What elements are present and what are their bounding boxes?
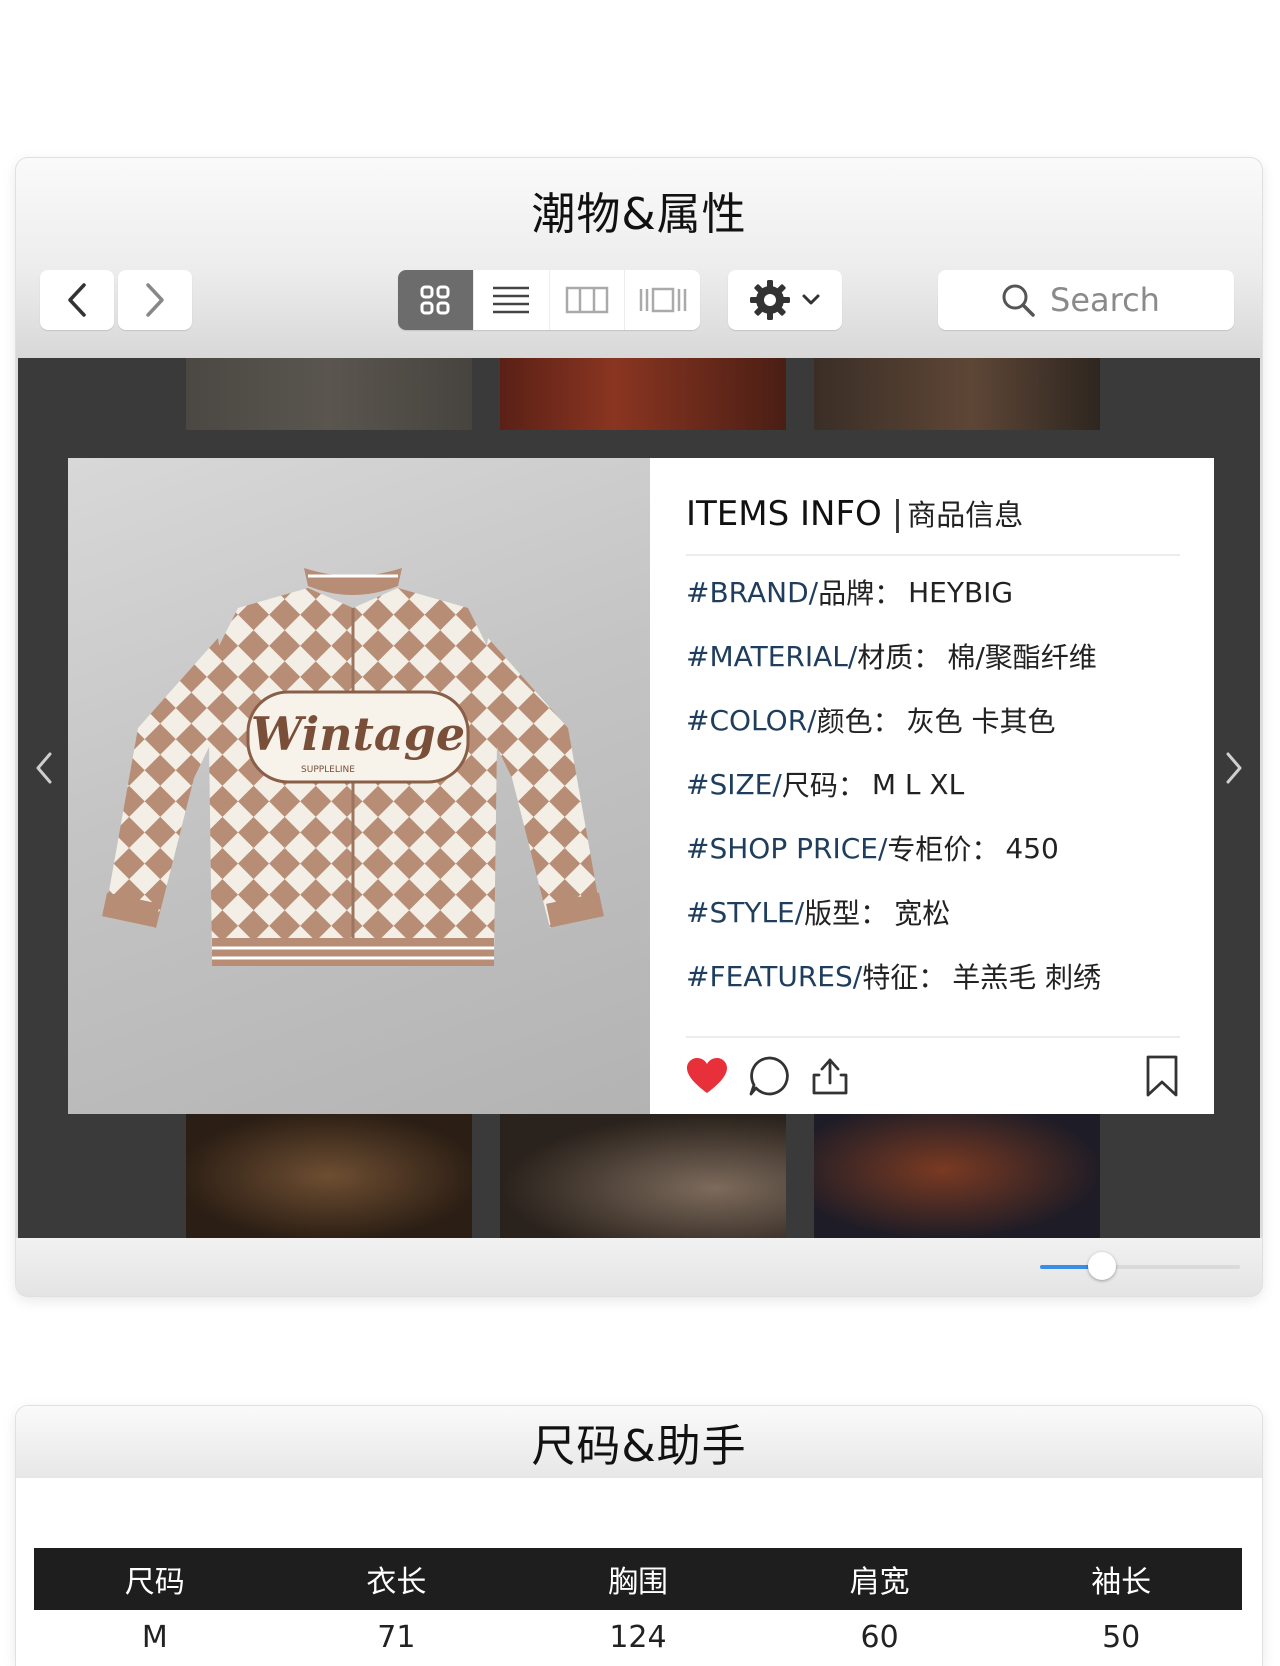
size-table: 尺码 衣长 胸围 肩宽 袖长 M 71 124 60 50: [34, 1548, 1242, 1666]
finder-window: 潮物&属性 Search Wintage SUPPLELINE ITEMS IN…: [16, 158, 1262, 1296]
row-value: M L XL: [871, 767, 965, 801]
zoom-slider[interactable]: [1040, 1252, 1240, 1280]
share-icon[interactable]: [810, 1055, 850, 1097]
row-label: 特征：: [862, 961, 947, 994]
bookmark-icon[interactable]: [1144, 1054, 1180, 1098]
chevron-down-icon: [802, 294, 820, 305]
table-cell: 60: [860, 1620, 899, 1655]
browser-content: Wintage SUPPLELINE ITEMS INFO | 商品信息 #BRAN…: [18, 358, 1260, 1238]
row-tag: #FEATURES/: [686, 959, 863, 993]
info-row-brand: #BRAND/品牌： HEYBIG: [686, 560, 1180, 624]
column-header: 袖长: [1000, 1548, 1242, 1610]
row-label: 材质：: [857, 641, 942, 674]
info-heading-cn: 商品信息: [907, 498, 1024, 532]
columns-icon: [565, 286, 609, 314]
row-label: 专柜价：: [887, 833, 1000, 866]
grid-icon: [420, 285, 450, 315]
chevron-right-icon: [146, 283, 164, 317]
info-row-price: #SHOP PRICE/专柜价： 450: [686, 816, 1180, 880]
list-view-button[interactable]: [472, 270, 549, 330]
table-cell: 124: [609, 1620, 667, 1655]
search-icon: [1002, 284, 1035, 317]
column-view-button[interactable]: [548, 270, 625, 330]
size-panel-title: 尺码&助手: [16, 1406, 1262, 1478]
product-info: ITEMS INFO | 商品信息 #BRAND/品牌： HEYBIG #MATERI…: [650, 458, 1214, 1114]
gear-icon: [750, 280, 790, 320]
row-value: HEYBIG: [908, 575, 1014, 609]
row-label: 版型：: [804, 897, 889, 930]
size-table-header: 尺码 衣长 胸围 肩宽 袖长: [34, 1548, 1242, 1610]
list-icon: [493, 286, 530, 314]
gallery-icon: [639, 287, 686, 313]
size-panel: 尺码&助手 尺码 衣长 胸围 肩宽 袖长 M 71 124 60 50: [16, 1406, 1262, 1666]
row-label: 颜色：: [816, 705, 901, 738]
info-heading-separator: |: [891, 494, 904, 534]
info-row-features: #FEATURES/特征： 羊羔毛 刺绣: [686, 944, 1180, 1008]
status-bar: [16, 1238, 1262, 1296]
column-header: 尺码: [34, 1548, 276, 1610]
thumbnail-image[interactable]: [814, 358, 1100, 430]
column-header: 肩宽: [758, 1548, 1001, 1610]
previous-item-button[interactable]: [24, 748, 64, 788]
row-value: 羊羔毛 刺绣: [952, 961, 1102, 994]
row-label: 品牌：: [818, 577, 903, 610]
product-card: Wintage SUPPLELINE ITEMS INFO | 商品信息 #BRAN…: [68, 458, 1214, 1114]
window-title: 潮物&属性: [531, 189, 747, 240]
info-row-size: #SIZE/尺码： M L XL: [686, 752, 1180, 816]
row-tag: #COLOR/: [686, 703, 817, 737]
title-toolbar: 潮物&属性: [16, 158, 1262, 358]
row-value: 宽松: [894, 897, 951, 930]
row-value: 棉/聚酯纤维: [947, 641, 1097, 674]
info-heading-en: ITEMS INFO: [686, 494, 882, 534]
row-tag: #STYLE/: [686, 895, 805, 929]
info-row-material: #MATERIAL/材质： 棉/聚酯纤维: [686, 624, 1180, 688]
comment-icon[interactable]: [748, 1055, 790, 1097]
search-field[interactable]: [938, 270, 1234, 330]
row-tag: #SIZE/: [686, 767, 782, 801]
column-header: 胸围: [517, 1548, 759, 1610]
row-tag: #SHOP PRICE/: [686, 831, 888, 865]
table-cell: 50: [1102, 1620, 1141, 1655]
next-item-button[interactable]: [1214, 748, 1254, 788]
chevron-left-icon: [36, 752, 52, 784]
forward-button[interactable]: [118, 270, 192, 330]
view-mode-group: [398, 270, 700, 330]
table-cell: M: [141, 1620, 168, 1655]
thumbnail-image[interactable]: [500, 358, 786, 430]
column-header: 衣长: [275, 1548, 518, 1610]
zoom-slider-thumb[interactable]: [1088, 1252, 1116, 1280]
card-actions: [686, 1036, 1180, 1114]
info-row-color: #COLOR/颜色： 灰色 卡其色: [686, 688, 1180, 752]
jacket-logo: Wintage: [251, 707, 465, 761]
info-heading: ITEMS INFO | 商品信息: [686, 492, 1180, 556]
thumbnail-image[interactable]: [500, 1114, 786, 1238]
jacket-illustration: Wintage SUPPLELINE: [102, 568, 604, 966]
row-value: 450: [1005, 831, 1059, 865]
heart-icon[interactable]: [686, 1057, 728, 1095]
thumbnail-image[interactable]: [186, 358, 472, 430]
product-image: Wintage SUPPLELINE: [68, 458, 650, 1114]
thumbnail-image[interactable]: [186, 1114, 472, 1238]
table-cell: 71: [377, 1620, 416, 1655]
row-tag: #MATERIAL/: [686, 639, 858, 673]
action-menu-button[interactable]: [728, 270, 842, 330]
row-label: 尺码：: [781, 769, 866, 802]
chevron-left-icon: [68, 283, 86, 317]
row-tag: #BRAND/: [686, 575, 819, 609]
back-button[interactable]: [40, 270, 114, 330]
row-value: 灰色 卡其色: [906, 705, 1056, 738]
chevron-right-icon: [1226, 752, 1242, 784]
gallery-view-button[interactable]: [624, 270, 700, 330]
search-input[interactable]: [1048, 280, 1172, 320]
jacket-logo-sub: SUPPLELINE: [301, 765, 355, 775]
info-rows: #BRAND/品牌： HEYBIG #MATERIAL/材质： 棉/聚酯纤维 #CO…: [686, 556, 1180, 1008]
thumbnail-image[interactable]: [814, 1114, 1100, 1238]
info-row-style: #STYLE/版型： 宽松: [686, 880, 1180, 944]
table-row: M 71 124 60 50: [34, 1610, 1242, 1666]
icon-view-button[interactable]: [398, 270, 473, 330]
